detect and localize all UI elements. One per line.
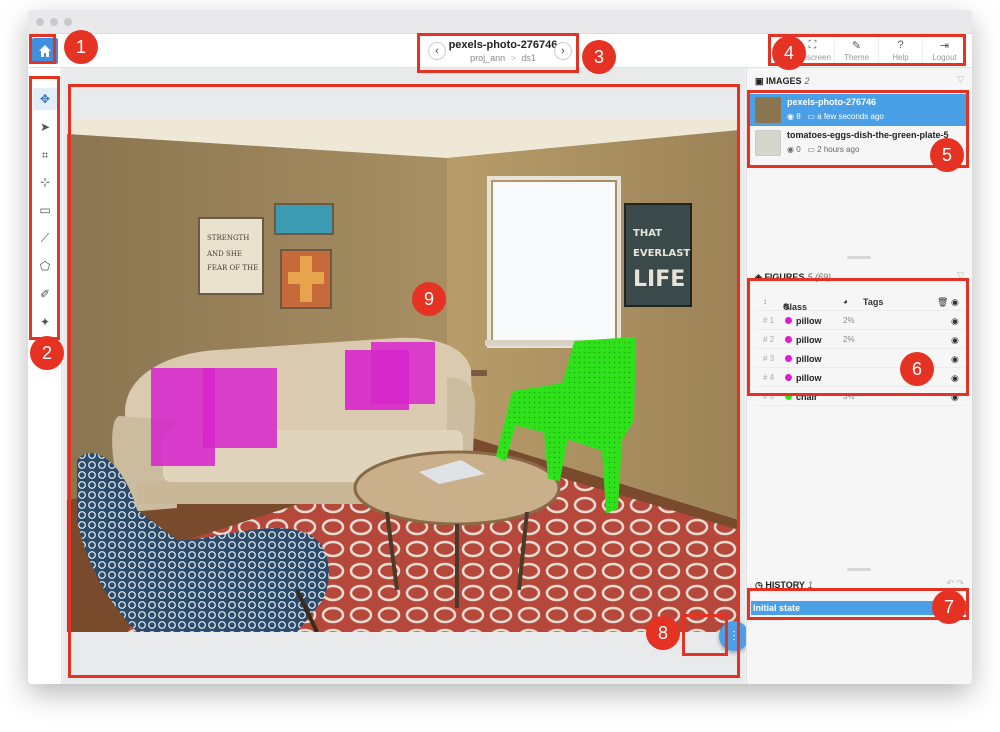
callout-badge: 8 — [646, 616, 680, 650]
images-header: ▣ IMAGES 2 — [755, 76, 810, 87]
callout-box-figures — [747, 278, 969, 396]
images-filter-icon[interactable]: ▽ — [957, 74, 964, 85]
callout-badge: 4 — [772, 36, 806, 70]
callout-box-home — [29, 34, 56, 64]
window-minimize-dot[interactable] — [50, 18, 58, 26]
callout-badge: 3 — [582, 40, 616, 74]
window-titlebar — [28, 10, 972, 34]
images-title: IMAGES — [766, 76, 802, 86]
images-panel-icon: ▣ — [755, 76, 764, 86]
window-close-dot[interactable] — [36, 18, 44, 26]
callout-box-navigator — [417, 33, 579, 73]
panel-resize-handle[interactable] — [847, 256, 871, 259]
callout-badge: 9 — [412, 282, 446, 316]
callout-box-tools — [29, 76, 60, 340]
callout-badge: 7 — [932, 590, 966, 624]
window-maximize-dot[interactable] — [64, 18, 72, 26]
callout-badge: 1 — [64, 30, 98, 64]
callout-badge: 6 — [900, 352, 934, 386]
panel-resize-handle[interactable] — [847, 568, 871, 571]
callout-badge: 2 — [30, 336, 64, 370]
images-count: 2 — [804, 76, 810, 86]
callout-badge: 5 — [930, 138, 964, 172]
callout-box-canvas — [68, 84, 740, 678]
